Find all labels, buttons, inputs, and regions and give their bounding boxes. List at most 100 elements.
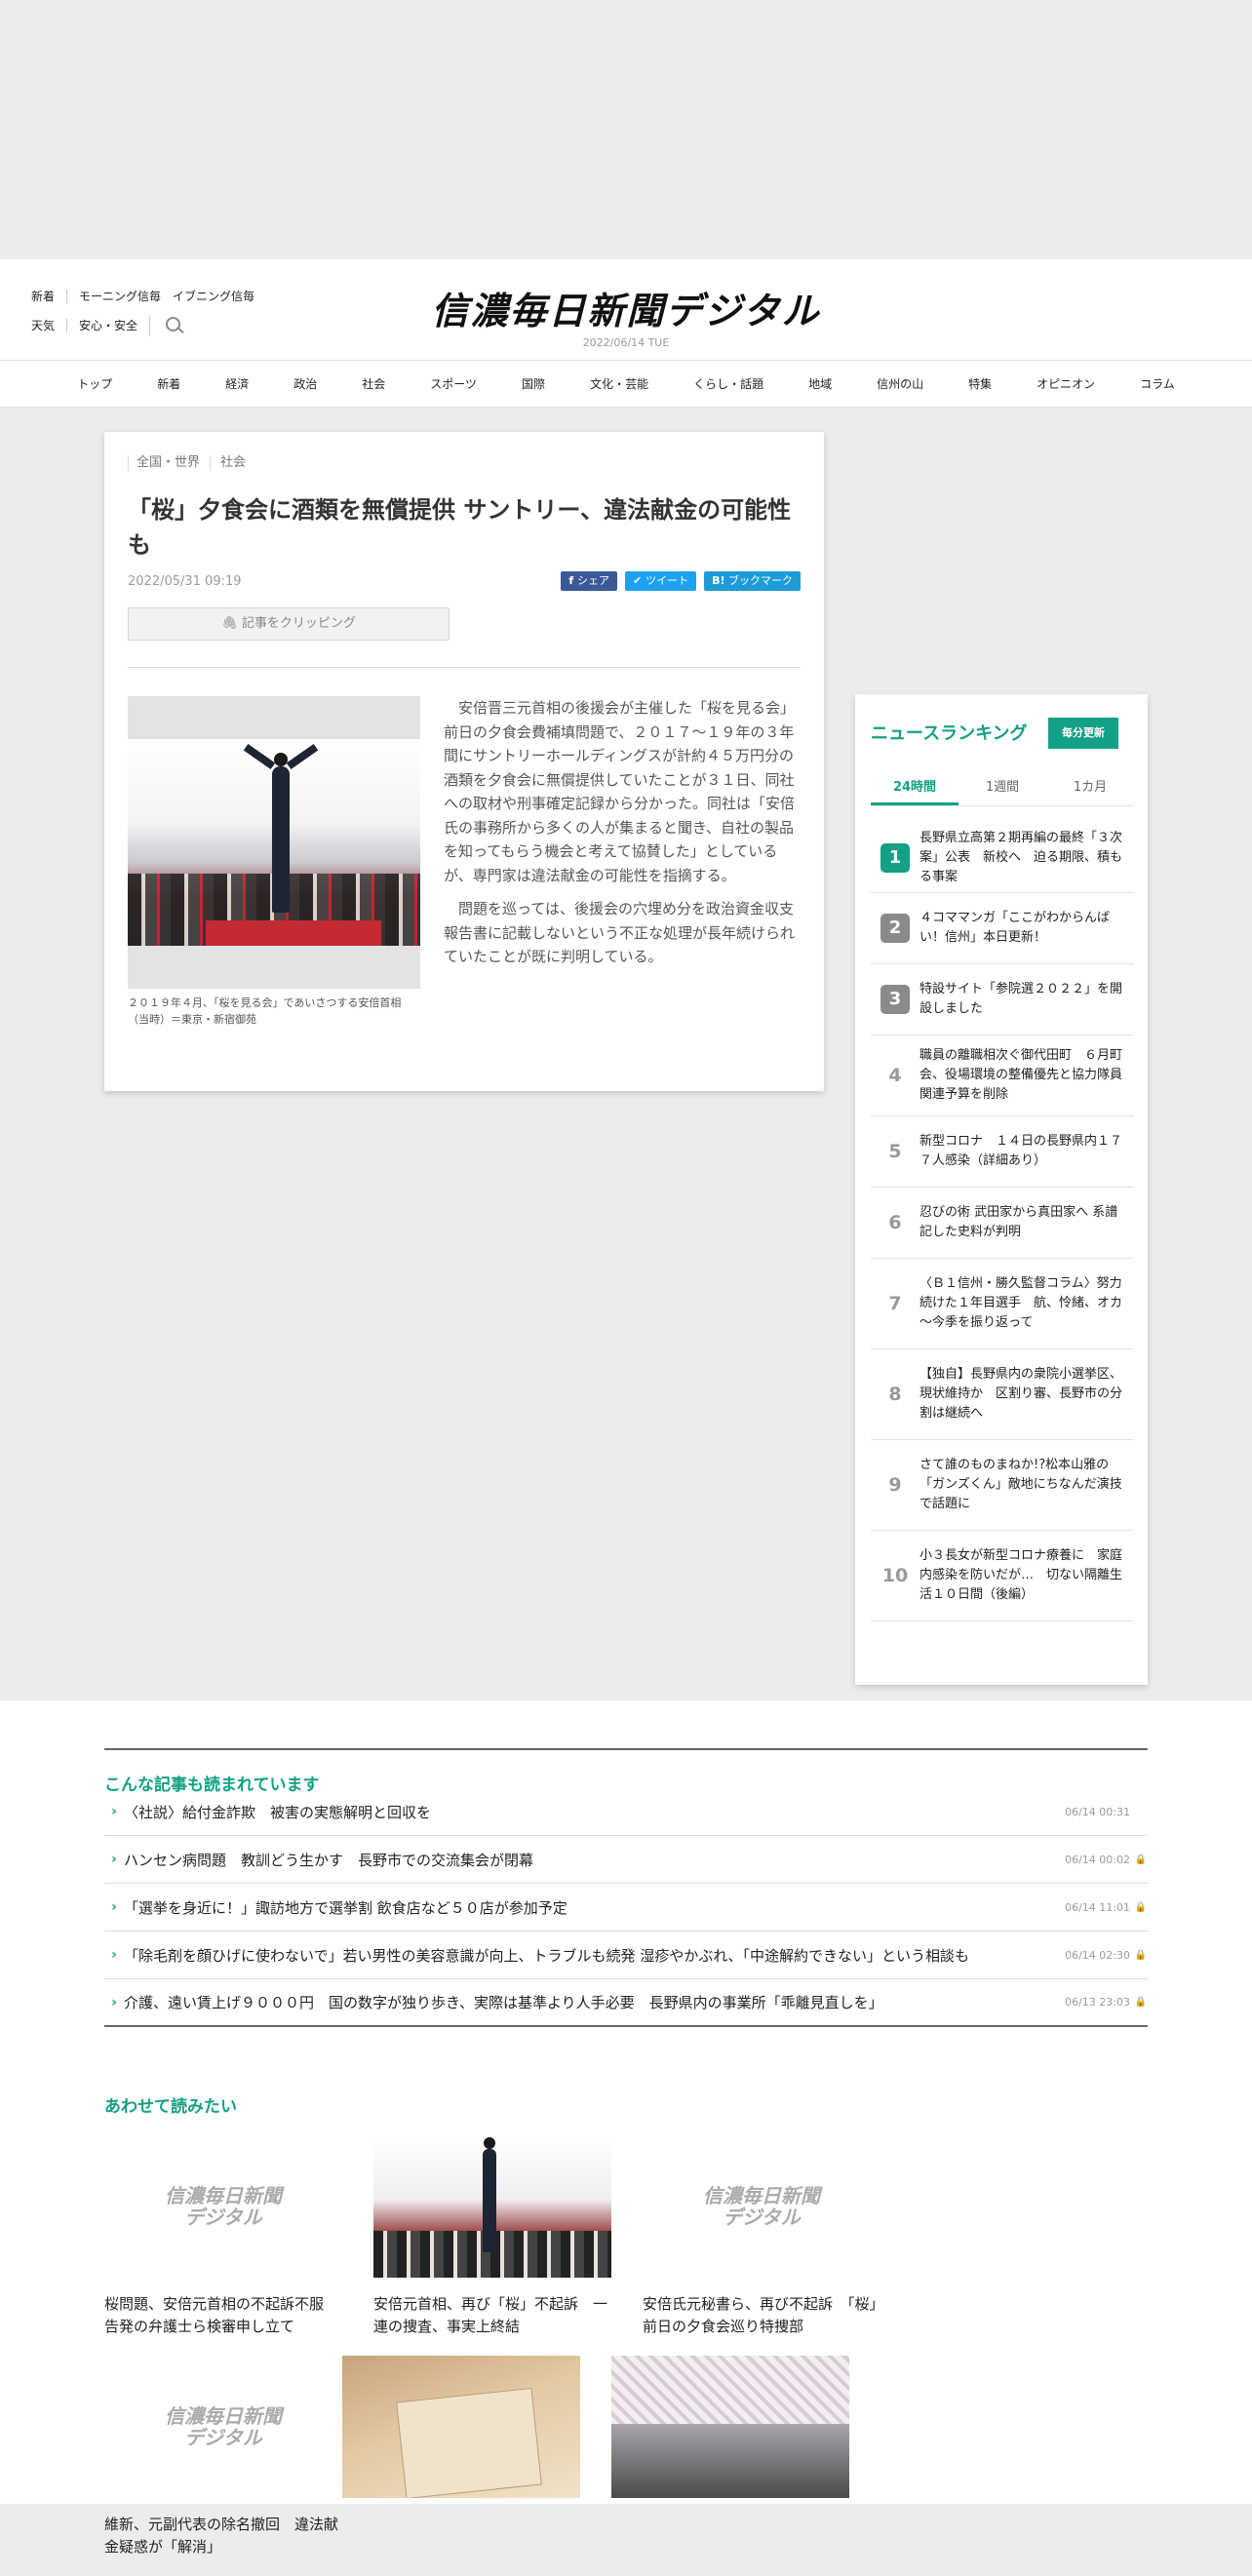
card-title: 安倍元首相、再び「桜」不起訴 一連の捜査、事実上終結 [373, 2295, 608, 2335]
nav-society[interactable]: 社会 [339, 375, 408, 392]
related-item-date: 06/14 00:02 [1065, 1853, 1130, 1866]
ranking-item[interactable]: 8 【独自】長野県内の衆院小選挙区、現状維持か 区割り審、長野市の分割は継続へ [871, 1349, 1134, 1440]
nav-economy[interactable]: 経済 [203, 375, 271, 392]
nav-mountains[interactable]: 信州の山 [854, 375, 946, 392]
nav-international[interactable]: 国際 [499, 375, 567, 392]
related-item-title: ハンセン病問題 教訓どう生かす 長野市での交流集会が閉幕 [124, 1851, 534, 1869]
main-nav: トップ 新着 経済 政治 社会 スポーツ 国際 文化・芸能 くらし・話題 地域 … [0, 361, 1252, 408]
also-read-card[interactable] [342, 2356, 580, 2558]
ranking-item[interactable]: 1 長野県立高第２期再編の最終「３次案」公表 新校へ 迫る期限、積もる事案 [871, 823, 1134, 893]
ranking-number: 5 [871, 1141, 919, 1162]
also-read-card[interactable]: 信濃毎日新聞 デジタル維新、元副代表の除名撤回 違法献金疑惑が「解消」 [104, 2356, 342, 2558]
ranking-number-label: 7 [888, 1293, 902, 1314]
related-item[interactable]: › 「選挙を身近に！」諏訪地方で選挙割 飲食店など５０店が参加予定 06/14 11… [104, 1884, 1148, 1932]
card-thumbnail: 信濃毎日新聞 デジタル [104, 2356, 342, 2498]
card-thumbnail: 信濃毎日新聞 デジタル [104, 2135, 342, 2278]
ranking-item-title: 〈Ｂ１信州・勝久監督コラム〉努力続けた１年目選手 航、怜緒、オカ～今季を振り返っ… [919, 1276, 1123, 1330]
photo-arm-right [286, 743, 319, 770]
card-title: 安倍氏元秘書ら、再び不起訴 「桜」前日の夕食会巡り特捜部 [643, 2295, 878, 2335]
ranking-number-label: 5 [888, 1141, 902, 1162]
nav-region[interactable]: 地域 [786, 375, 854, 392]
ranking-item[interactable]: 9 さて誰のものまねか!?松本山雅の「ガンズくん」敵地にちなんだ演技で話題に [871, 1440, 1134, 1531]
twitter-share-label: ツイート [646, 574, 689, 587]
chevron-right-icon: › [111, 1994, 117, 2010]
also-read-card[interactable]: 安倍元首相、再び「桜」不起訴 一連の捜査、事実上終結 [373, 2135, 611, 2338]
site-logo[interactable]: 信濃毎日新聞デジタル 2022/06/14 TUE [0, 281, 1252, 349]
ranking-item-title: ４コママンガ「ここがわからんばい！信州」本日更新！ [919, 911, 1111, 945]
related-item[interactable]: › 介護、遠い賃上げ９０００円 国の数字が独り歩き、実際は基準より人手必要 長野県… [104, 1979, 1148, 2027]
ranking-item[interactable]: 10 小３長女が新型コロナ療養に 家庭内感染を防いだが… 切ない隔離生活１０日間（… [871, 1531, 1134, 1621]
nav-politics[interactable]: 政治 [271, 375, 339, 392]
category-society[interactable]: 社会 [210, 455, 255, 471]
ranking-number-label: 4 [888, 1065, 902, 1086]
news-ranking: ニュースランキング 毎分更新 24時間 1週間 1カ月 1 長野県立高第２期再編の… [855, 694, 1148, 1685]
card-title: 桜問題、安倍元首相の不起訴不服 告発の弁護士ら検審申し立て [104, 2295, 339, 2335]
clip-article-button[interactable]: 🖇 記事をクリッピング [128, 607, 450, 641]
ranking-number: 2 [871, 914, 919, 943]
ranking-item[interactable]: 6 忍びの術 武田家から真田家へ 系譜記した史料が判明 [871, 1188, 1134, 1259]
ranking-number: 6 [871, 1212, 919, 1233]
nav-features[interactable]: 特集 [946, 375, 1014, 392]
related-list: › 〈社説〉給付金詐欺 被害の実態解明と回収を 06/14 00:31 › ハンセン病問… [104, 1788, 1148, 2027]
chevron-right-icon: › [111, 1947, 117, 1963]
article-photo[interactable] [128, 696, 420, 989]
also-read-card[interactable] [611, 2356, 849, 2558]
card-title: 維新、元副代表の除名撤回 違法献金疑惑が「解消」 [104, 2516, 339, 2556]
ranking-title: ニュースランキング [871, 723, 1028, 744]
tab-1week[interactable]: 1週間 [959, 770, 1046, 805]
chevron-right-icon: › [111, 1899, 117, 1915]
ranking-item-title: 長野県立高第２期再編の最終「３次案」公表 新校へ 迫る期限、積もる事案 [919, 830, 1123, 884]
article-divider [128, 667, 801, 668]
hatena-bookmark-button[interactable]: B! ブックマーク [704, 571, 801, 591]
article-date: 2022/05/31 09:19 [128, 574, 242, 589]
ranking-item-title: 【独自】長野県内の衆院小選挙区、現状維持か 区割り審、長野市の分割は継続へ [919, 1367, 1123, 1421]
ranking-number: 4 [871, 1065, 919, 1086]
ranking-item-title: 小３長女が新型コロナ療養に 家庭内感染を防いだが… 切ない隔離生活１０日間（後編… [919, 1548, 1123, 1602]
also-read-card[interactable]: 信濃毎日新聞 デジタル 安倍氏元秘書ら、再び不起訴 「桜」前日の夕食会巡り特捜部 [643, 2135, 880, 2338]
nav-culture[interactable]: 文化・芸能 [567, 375, 671, 392]
ranking-update-badge: 毎分更新 [1048, 718, 1118, 749]
ranking-item[interactable]: 2 ４コママンガ「ここがわからんばい！信州」本日更新！ [871, 893, 1134, 964]
nav-opinion[interactable]: オピニオン [1014, 375, 1117, 392]
facebook-share-button[interactable]: f シェア [561, 571, 618, 591]
nav-top[interactable]: トップ [55, 375, 135, 392]
nav-sports[interactable]: スポーツ [408, 375, 499, 392]
card-thumbnail [373, 2135, 611, 2278]
chevron-right-icon: › [111, 1852, 117, 1867]
tab-24h[interactable]: 24時間 [871, 770, 959, 805]
ranking-number-label: 9 [888, 1474, 902, 1496]
article-paragraph: 問題を巡っては、後援会の穴埋め分を政治資金収支報告書に記載しないという不正な処理… [444, 900, 796, 965]
twitter-share-button[interactable]: ✔ ツイート [625, 571, 697, 591]
related-item[interactable]: › 「除毛剤を顔ひげに使わないで」若い男性の美容意識が向上、トラブルも続発 湿疹や… [104, 1932, 1148, 1979]
related-item-date: 06/14 00:31 [1065, 1805, 1130, 1818]
ranking-item[interactable]: 3 特設サイト「参院選２０２２」を開設しました [871, 964, 1134, 1035]
also-read-card[interactable]: 信濃毎日新聞 デジタル桜問題、安倍元首相の不起訴不服 告発の弁護士ら検審申し立て [104, 2135, 342, 2338]
ranking-item-title: 忍びの術 武田家から真田家へ 系譜記した史料が判明 [919, 1205, 1118, 1239]
ranking-tabs: 24時間 1週間 1カ月 [871, 770, 1134, 806]
related-item-title: 「除毛剤を顔ひげに使わないで」若い男性の美容意識が向上、トラブルも続発 湿疹やか… [124, 1946, 969, 1965]
related-item[interactable]: › 〈社説〉給付金詐欺 被害の実態解明と回収を 06/14 00:31 [104, 1788, 1148, 1836]
ranking-number: 8 [871, 1384, 919, 1405]
hatena-icon: B! [712, 574, 725, 587]
photo-stage [206, 920, 381, 946]
ranking-number-label: 1 [880, 842, 910, 873]
related-item[interactable]: › ハンセン病問題 教訓どう生かす 長野市での交流集会が閉幕 06/14 00:02… [104, 1836, 1148, 1884]
photo-scene [128, 739, 420, 946]
nav-life[interactable]: くらし・話題 [671, 375, 786, 392]
article-body: 安倍晋三元首相の後援会が主催した「桜を見る会」前日の夕食会費補填問題で、２０１７… [444, 696, 801, 979]
ranking-item[interactable]: 7 〈Ｂ１信州・勝久監督コラム〉努力続けた１年目選手 航、怜緒、オカ～今季を振り返… [871, 1259, 1134, 1349]
category-world[interactable]: 全国・世界 [128, 455, 210, 471]
ranking-item[interactable]: 5 新型コロナ １４日の長野県内１７７人感染（詳細あり） [871, 1116, 1134, 1188]
thumb-envelope [396, 2387, 542, 2498]
facebook-icon: f [568, 574, 578, 587]
related-item-date: 06/14 11:01 [1065, 1900, 1130, 1914]
tab-1month[interactable]: 1カ月 [1046, 770, 1134, 805]
nav-column[interactable]: コラム [1117, 375, 1197, 392]
ranking-number-label: 3 [880, 985, 910, 1014]
bottom-section: こんな記事も読まれています › 〈社説〉給付金詐欺 被害の実態解明と回収を 06/1… [0, 1700, 1252, 2556]
nav-new[interactable]: 新着 [135, 375, 203, 392]
ranking-item[interactable]: 4 職員の離職相次ぐ御代田町 ６月町会、役場環境の整備優先と協力隊員関連予算を削除 [871, 1035, 1134, 1116]
clip-label: 記事をクリッピング [241, 616, 356, 631]
also-read-title: あわせて読みたい [104, 2097, 237, 2117]
related-item-title: 〈社説〉給付金詐欺 被害の実態解明と回収を [124, 1803, 432, 1821]
